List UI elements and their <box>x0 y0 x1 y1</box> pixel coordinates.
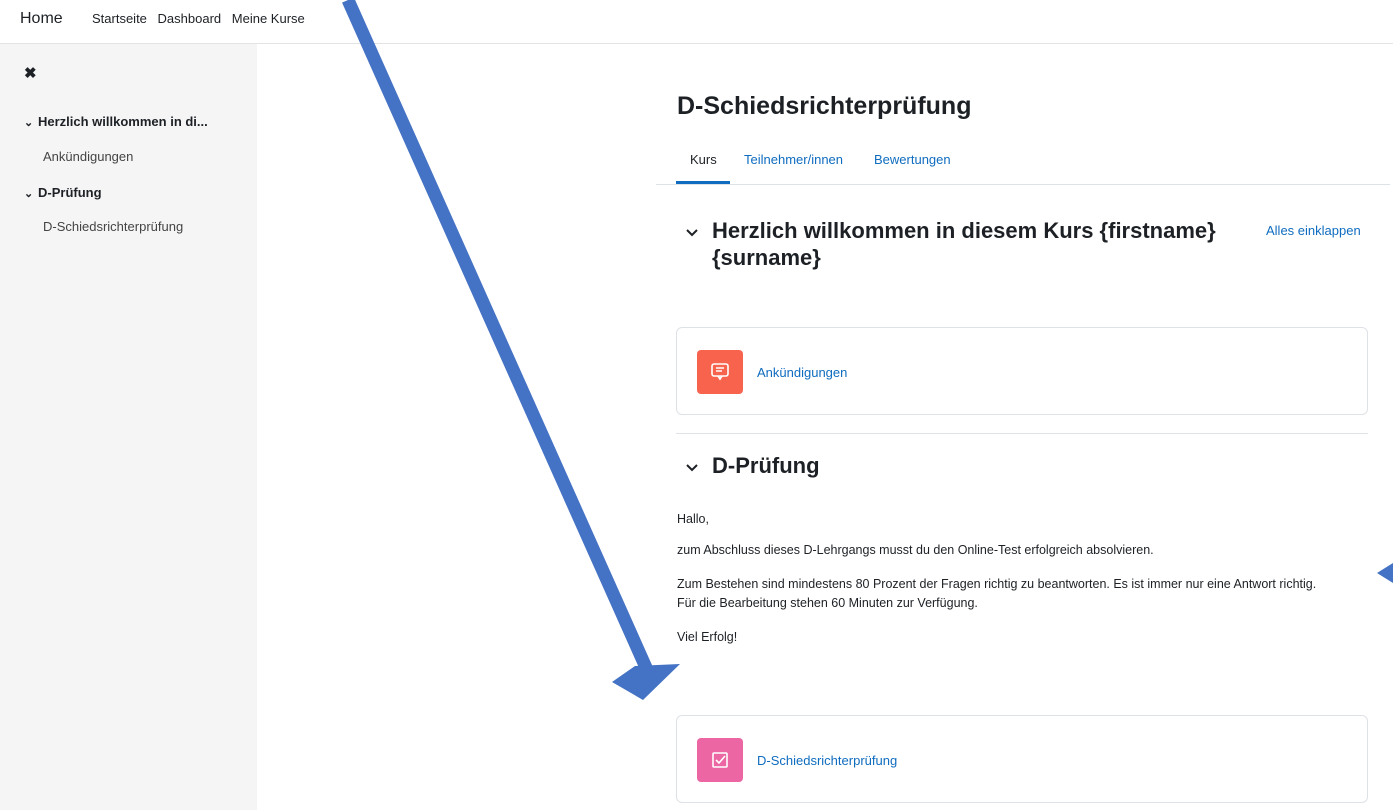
sidebar-section-label: D-Prüfung <box>38 185 102 200</box>
primary-nav: Startseite Dashboard Meine Kurse <box>92 11 312 26</box>
activity-card-quiz[interactable]: D-Schiedsrichterprüfung <box>676 715 1368 803</box>
annotation-arrow-line <box>342 0 654 675</box>
sidebar-item-ankuendigungen[interactable]: Ankündigungen <box>43 149 133 164</box>
sidebar-section-d-pruefung[interactable]: ⌄ D-Prüfung <box>24 185 102 200</box>
summary-closing: Viel Erfolg! <box>677 630 738 644</box>
chevron-down-icon[interactable] <box>686 219 712 245</box>
secondary-nav-tabs: Kurs Teilnehmer/innen Bewertungen <box>656 150 1390 185</box>
summary-line: Für die Bearbeitung stehen 60 Minuten zu… <box>677 596 978 610</box>
course-index-drawer: ✖ ⌄ Herzlich willkommen in di... Ankündig… <box>0 44 257 810</box>
chevron-down-icon[interactable]: ⌄ <box>24 116 38 129</box>
sidebar-section-label: Herzlich willkommen in di... <box>38 114 208 129</box>
annotation-arrowhead <box>612 664 680 700</box>
page-title: D-Schiedsrichterprüfung <box>677 92 972 120</box>
chevron-down-icon[interactable]: ⌄ <box>24 187 38 200</box>
activity-link-d-schiedsrichterpruefung[interactable]: D-Schiedsrichterprüfung <box>757 753 897 768</box>
summary-line: Zum Bestehen sind mindestens 80 Prozent … <box>677 577 1317 591</box>
section-title-line1: Herzlich willkommen in diesem Kurs {firs… <box>712 218 1216 243</box>
tab-kurs[interactable]: Kurs <box>690 152 717 167</box>
nav-meine-kurse[interactable]: Meine Kurse <box>232 11 305 26</box>
collapse-all-link[interactable]: Alles einklappen <box>1266 223 1361 238</box>
forum-icon <box>697 350 743 394</box>
sidebar-item-d-schiedsrichterpruefung[interactable]: D-Schiedsrichterprüfung <box>43 219 183 234</box>
section-title-label: D-Prüfung <box>712 453 820 478</box>
chevron-down-icon[interactable] <box>686 454 712 480</box>
nav-dashboard[interactable]: Dashboard <box>158 11 222 26</box>
close-icon[interactable]: ✖ <box>24 64 37 82</box>
sidebar-section-welcome[interactable]: ⌄ Herzlich willkommen in di... <box>24 114 208 129</box>
tab-teilnehmer[interactable]: Teilnehmer/innen <box>744 152 843 167</box>
section-title-welcome[interactable]: Herzlich willkommen in diesem Kurs {firs… <box>686 218 1216 271</box>
summary-line: zum Abschluss dieses D-Lehrgangs musst d… <box>677 543 1154 557</box>
quiz-icon <box>697 738 743 782</box>
section-divider <box>676 433 1368 434</box>
section-title-line2: {surname} <box>712 245 821 271</box>
nav-startseite[interactable]: Startseite <box>92 11 147 26</box>
top-navbar: Home Startseite Dashboard Meine Kurse <box>0 0 1393 44</box>
tab-bewertungen[interactable]: Bewertungen <box>874 152 951 167</box>
section-title-d-pruefung[interactable]: D-Prüfung <box>686 453 820 480</box>
annotation-arrowhead-right <box>1377 563 1393 583</box>
activity-card-forum[interactable]: Ankündigungen <box>676 327 1368 415</box>
activity-link-ankuendigungen[interactable]: Ankündigungen <box>757 365 847 380</box>
home-link[interactable]: Home <box>20 10 63 28</box>
summary-greeting: Hallo, <box>677 512 709 526</box>
active-tab-indicator <box>676 181 730 184</box>
